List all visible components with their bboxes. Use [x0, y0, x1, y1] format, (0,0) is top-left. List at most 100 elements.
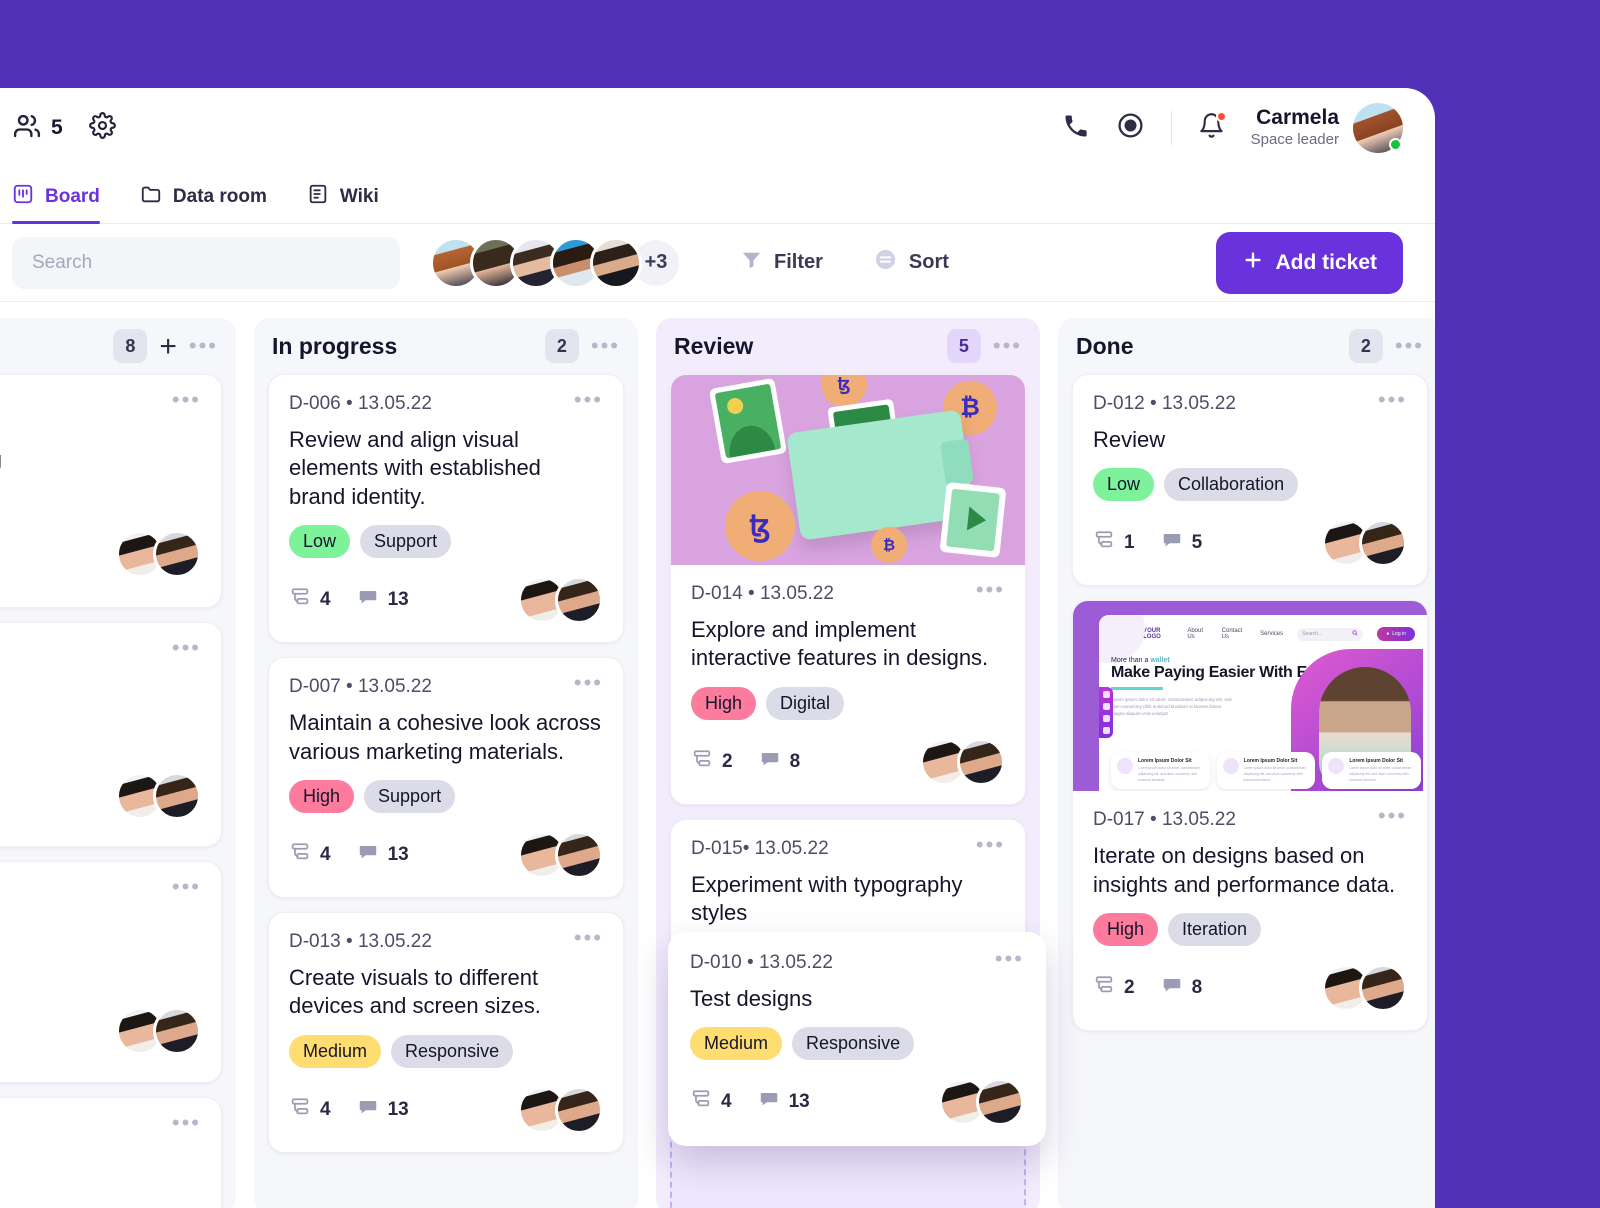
avatar[interactable]	[590, 237, 642, 289]
call-button[interactable]	[1062, 112, 1090, 145]
card-menu-button[interactable]: •••	[995, 952, 1024, 965]
card-menu-button[interactable]: •••	[976, 583, 1005, 596]
category-tag[interactable]: Collaboration	[1164, 468, 1298, 501]
card-d-006[interactable]: D-006 • 13.05.22 ••• Review and align vi…	[268, 374, 624, 643]
subtask-count-value: 4	[320, 844, 331, 866]
avatar[interactable]	[153, 1007, 201, 1055]
board-toolbar: Search +3 Filter	[0, 224, 1435, 302]
card-menu-button[interactable]: •••	[172, 641, 201, 654]
avatar[interactable]	[153, 772, 201, 820]
card-assignees[interactable]	[518, 576, 603, 624]
priority-tag[interactable]: Low	[289, 525, 350, 558]
card-assignees[interactable]	[518, 1086, 603, 1134]
card-menu-button[interactable]: •••	[172, 1116, 201, 1129]
web-kicker-prefix: More than a	[1111, 657, 1150, 664]
column-count: 2	[545, 329, 579, 363]
avatar[interactable]	[555, 576, 603, 624]
card-menu-button[interactable]: •••	[976, 838, 1005, 851]
priority-tag[interactable]: Medium	[289, 1035, 381, 1068]
priority-tag[interactable]: Low	[1093, 468, 1154, 501]
card[interactable]: ••• to present	[0, 622, 222, 847]
subtask-icon	[690, 1088, 712, 1116]
add-card-button[interactable]: +	[159, 336, 177, 357]
search-icon	[1352, 630, 1358, 638]
card-footer: 2 8	[691, 738, 1005, 786]
priority-tag[interactable]: High	[289, 780, 354, 813]
settings-button[interactable]	[89, 112, 116, 144]
category-tag[interactable]: Support	[360, 525, 451, 558]
record-button[interactable]	[1116, 111, 1145, 145]
card-menu-button[interactable]: •••	[574, 676, 603, 689]
column-menu-button[interactable]: •••	[993, 339, 1022, 352]
dragging-card-d-010[interactable]: D-010 • 13.05.22 ••• Test designs Medium…	[668, 932, 1046, 1146]
column-header: Review 5 •••	[656, 318, 1040, 374]
category-tag[interactable]: Responsive	[792, 1027, 914, 1060]
card-menu-button[interactable]: •••	[574, 393, 603, 406]
category-tag[interactable]: Support	[364, 780, 455, 813]
add-ticket-button[interactable]: Add ticket	[1216, 232, 1403, 294]
avatar[interactable]	[555, 831, 603, 879]
card[interactable]: ••• ed with the	[0, 861, 222, 1083]
column-count: 5	[947, 329, 981, 363]
card-assignees[interactable]	[939, 1078, 1024, 1126]
feature-text: Lorem ipsum dolor sit amet, consectetuer…	[1244, 766, 1310, 783]
avatar[interactable]	[957, 738, 1005, 786]
top-bar-right: Carmela Space leader	[1062, 103, 1403, 153]
tab-wiki[interactable]: Wiki	[307, 183, 379, 223]
card-menu-button[interactable]: •••	[1378, 809, 1407, 822]
card-d-013[interactable]: D-013 • 13.05.22 ••• Create visuals to d…	[268, 912, 624, 1153]
web-search-placeholder: Search...	[1302, 631, 1322, 637]
card-body: D-017 • 13.05.22 ••• Iterate on designs …	[1073, 791, 1427, 1030]
card-assignees[interactable]	[920, 738, 1005, 786]
column-menu-button[interactable]: •••	[189, 339, 218, 352]
card-menu-button[interactable]: •••	[172, 393, 201, 406]
card-menu-button[interactable]: •••	[574, 931, 603, 944]
tab-board[interactable]: Board	[12, 183, 100, 223]
comment-count: 13	[357, 586, 409, 614]
user-name: Carmela	[1251, 106, 1339, 130]
card-meta: D-017 • 13.05.22	[1093, 809, 1236, 831]
card-d-014[interactable]: ꜩ ₿ ꜩ ₿ D-014 • 13.05.22 ••• Explore	[670, 374, 1026, 805]
avatar[interactable]	[1359, 964, 1407, 1012]
card-menu-button[interactable]: •••	[1378, 393, 1407, 406]
category-tag[interactable]: Iteration	[1168, 913, 1261, 946]
card-assignees[interactable]	[116, 530, 201, 578]
card[interactable]: ••• ealing n marketing	[0, 374, 222, 608]
search-input[interactable]: Search	[12, 237, 400, 289]
member-avatar-stack[interactable]: +3	[430, 237, 682, 289]
card-menu-button[interactable]: •••	[172, 880, 201, 893]
avatar[interactable]	[1359, 519, 1407, 567]
category-tag[interactable]: Responsive	[391, 1035, 513, 1068]
priority-tag[interactable]: Medium	[690, 1027, 782, 1060]
members-chip[interactable]: 5	[12, 111, 63, 146]
avatar[interactable]	[153, 530, 201, 578]
card-assignees[interactable]	[518, 831, 603, 879]
card-d-017[interactable]: YOUR LOGO About Us Contact Us Services S…	[1072, 600, 1428, 1031]
priority-tag[interactable]: High	[1093, 913, 1158, 946]
card[interactable]: ••• ing team to ns of key	[0, 1097, 222, 1208]
card-footer: 4 13	[289, 1086, 603, 1134]
user-menu[interactable]: Carmela Space leader	[1251, 103, 1403, 153]
category-tag[interactable]: Digital	[766, 687, 844, 720]
coin-icon: ₿	[871, 527, 907, 563]
avatar[interactable]	[1353, 103, 1403, 153]
card-d-012[interactable]: D-012 • 13.05.22 ••• Review Low Collabor…	[1072, 374, 1428, 586]
comment-icon	[357, 1096, 379, 1124]
avatar-image	[1359, 519, 1407, 567]
card-title: ealing n marketing	[0, 417, 201, 474]
web-login-label: Log in	[1392, 631, 1406, 637]
column-menu-button[interactable]: •••	[591, 339, 620, 352]
card-assignees[interactable]	[116, 772, 201, 820]
avatar[interactable]	[976, 1078, 1024, 1126]
sort-button[interactable]: Sort	[873, 247, 949, 278]
card-assignees[interactable]	[1322, 519, 1407, 567]
notifications-button[interactable]	[1198, 112, 1225, 144]
filter-button[interactable]: Filter	[740, 248, 823, 277]
card-assignees[interactable]	[1322, 964, 1407, 1012]
card-assignees[interactable]	[116, 1007, 201, 1055]
column-menu-button[interactable]: •••	[1395, 339, 1424, 352]
card-d-007[interactable]: D-007 • 13.05.22 ••• Maintain a cohesive…	[268, 657, 624, 898]
avatar[interactable]	[555, 1086, 603, 1134]
tab-data-room[interactable]: Data room	[140, 183, 267, 223]
priority-tag[interactable]: High	[691, 687, 756, 720]
